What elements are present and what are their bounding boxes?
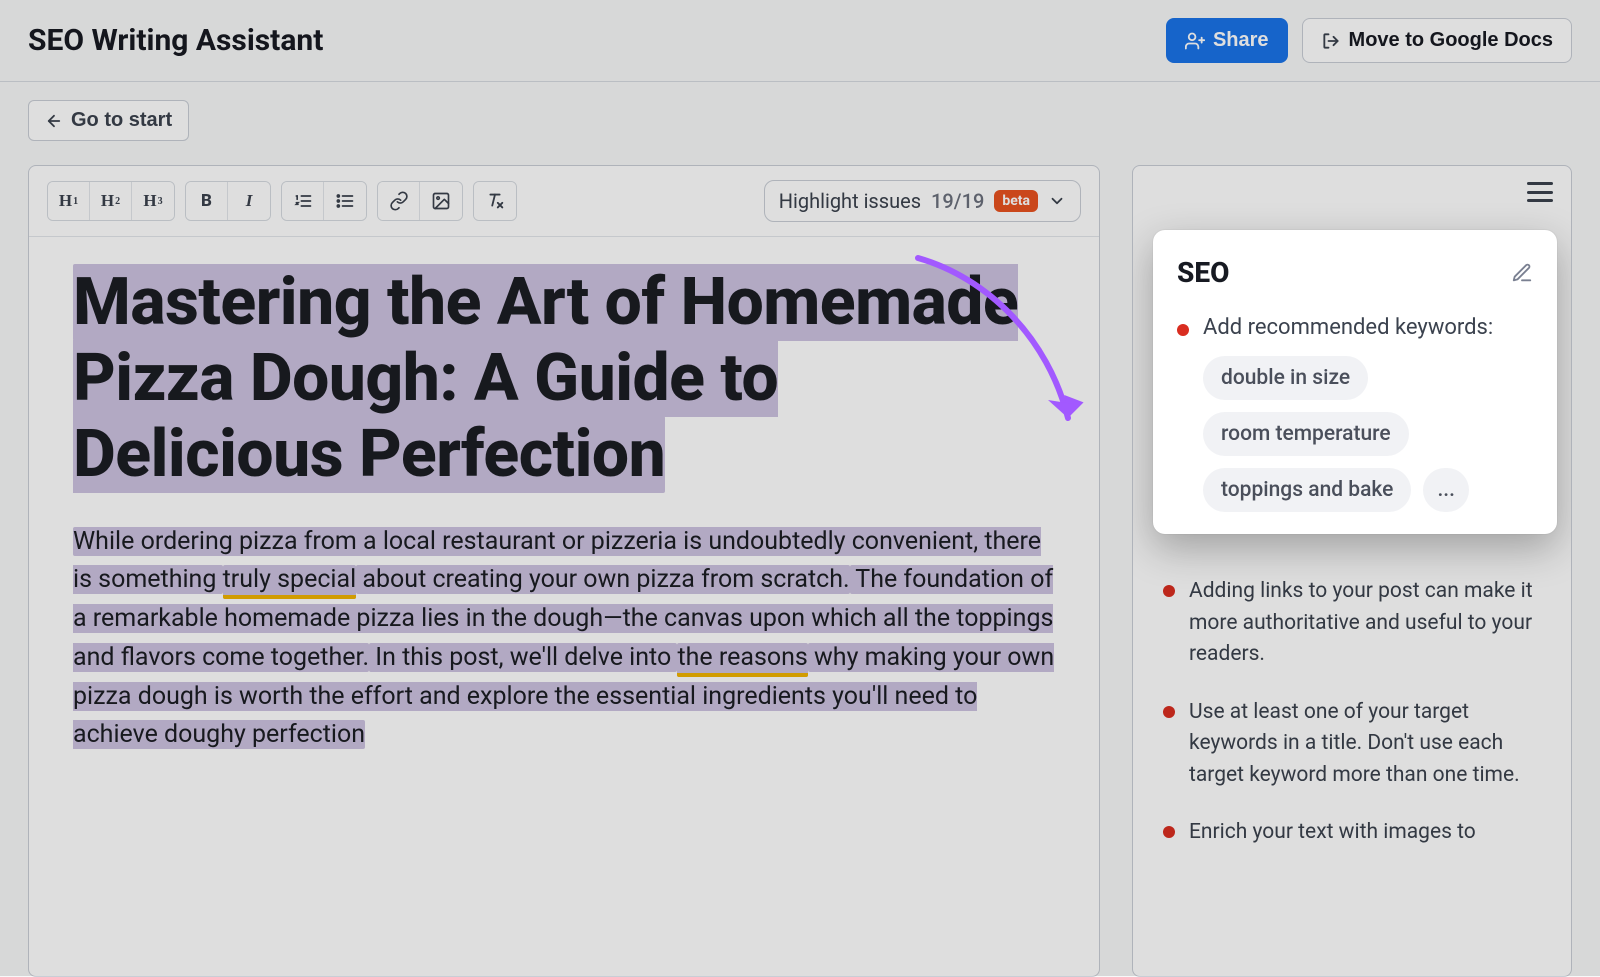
ordered-list-button[interactable] xyxy=(282,182,324,220)
image-button[interactable] xyxy=(420,182,462,220)
suggestion-text: Adding links to your post can make it mo… xyxy=(1189,576,1543,671)
beta-badge: beta xyxy=(994,190,1038,212)
suggestion-text: Enrich your text with images to xyxy=(1189,817,1476,849)
heading-group: H1 H2 H3 xyxy=(47,181,175,221)
arrow-left-icon xyxy=(45,112,63,130)
unordered-list-button[interactable] xyxy=(324,182,366,220)
ordered-list-icon xyxy=(293,191,313,211)
editor-pane: H1 H2 H3 B I xyxy=(28,165,1100,977)
style-group: B I xyxy=(185,181,271,221)
list-group xyxy=(281,181,367,221)
bold-button[interactable]: B xyxy=(186,182,228,220)
recommend-keywords-row: Add recommended keywords: xyxy=(1177,315,1533,340)
clear-formatting-button[interactable] xyxy=(474,182,516,220)
italic-button[interactable]: I xyxy=(228,182,270,220)
chevron-down-icon xyxy=(1048,192,1066,210)
edit-icon[interactable] xyxy=(1511,262,1533,284)
keyword-chip[interactable]: double in size xyxy=(1203,356,1368,400)
keyword-chips: double in size room temperature toppings… xyxy=(1203,356,1533,512)
go-start-label: Go to start xyxy=(71,109,172,132)
suggestion-item: Use at least one of your target keywords… xyxy=(1163,697,1543,792)
link-button[interactable] xyxy=(378,182,420,220)
header-actions: Share Move to Google Docs xyxy=(1166,18,1572,63)
go-to-start-button[interactable]: Go to start xyxy=(28,100,189,141)
link-icon xyxy=(389,191,409,211)
insert-group xyxy=(377,181,463,221)
suggestion-text: Use at least one of your target keywords… xyxy=(1189,697,1543,792)
clear-group xyxy=(473,181,517,221)
image-icon xyxy=(431,191,451,211)
heading-1-button[interactable]: H1 xyxy=(48,182,90,220)
recommend-label: Add recommended keywords: xyxy=(1203,315,1493,340)
unordered-list-icon xyxy=(335,191,355,211)
seo-card: SEO Add recommended keywords: double in … xyxy=(1153,230,1557,534)
keyword-chip-more[interactable]: ... xyxy=(1423,468,1469,512)
heading-3-button[interactable]: H3 xyxy=(132,182,174,220)
editor-body[interactable]: Mastering the Art of Homemade Pizza Doug… xyxy=(29,237,1099,783)
clear-format-icon xyxy=(484,190,506,212)
keyword-chip[interactable]: room temperature xyxy=(1203,412,1409,456)
heading-2-button[interactable]: H2 xyxy=(90,182,132,220)
share-label: Share xyxy=(1213,29,1269,52)
suggestion-item: Adding links to your post can make it mo… xyxy=(1163,576,1543,671)
highlight-issues-count: 19/19 xyxy=(931,189,984,213)
severity-dot-icon xyxy=(1177,324,1189,336)
editor-toolbar: H1 H2 H3 B I xyxy=(29,166,1099,237)
keyword-chip[interactable]: toppings and bake xyxy=(1203,468,1411,512)
severity-dot-icon xyxy=(1163,585,1175,597)
add-user-icon xyxy=(1185,31,1205,51)
severity-dot-icon xyxy=(1163,706,1175,718)
share-button[interactable]: Share xyxy=(1166,18,1288,63)
panel-menu-button[interactable] xyxy=(1527,182,1553,202)
document-paragraph[interactable]: While ordering pizza from a local restau… xyxy=(73,523,1055,756)
highlight-issues-label: Highlight issues xyxy=(779,189,921,213)
export-icon xyxy=(1321,31,1341,51)
side-panel: SEO Add recommended keywords: double in … xyxy=(1132,165,1572,977)
seo-suggestions: Adding links to your post can make it mo… xyxy=(1133,576,1571,849)
severity-dot-icon xyxy=(1163,826,1175,838)
move-to-docs-button[interactable]: Move to Google Docs xyxy=(1302,18,1572,63)
suggestion-item: Enrich your text with images to xyxy=(1163,817,1543,849)
document-title[interactable]: Mastering the Art of Homemade Pizza Doug… xyxy=(73,265,1055,493)
move-label: Move to Google Docs xyxy=(1349,29,1553,52)
highlight-issues-dropdown[interactable]: Highlight issues 19/19 beta xyxy=(764,180,1081,222)
seo-card-title: SEO xyxy=(1177,256,1229,289)
page-title: SEO Writing Assistant xyxy=(28,23,323,58)
